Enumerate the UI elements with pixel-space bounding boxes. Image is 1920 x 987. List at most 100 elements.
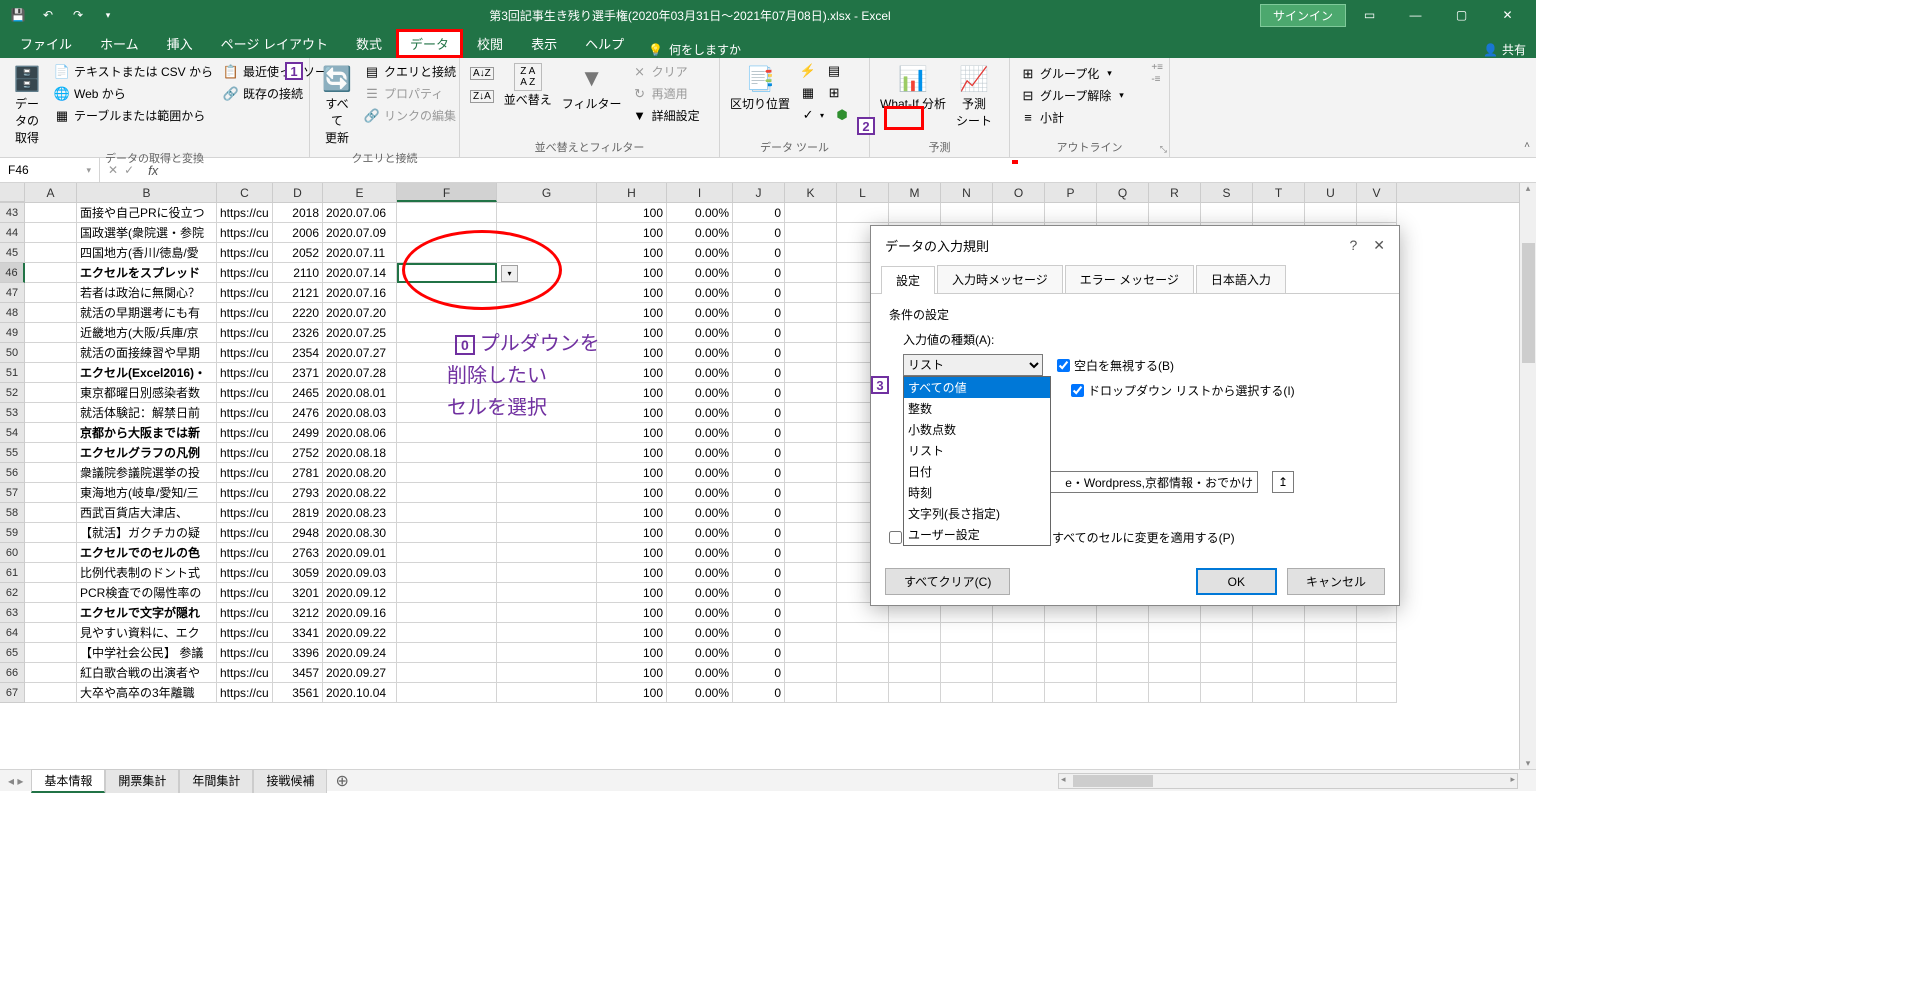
subtotal-button[interactable]: ≡小計 (1016, 107, 1163, 128)
col-header-I[interactable]: I (667, 183, 733, 202)
cell[interactable] (497, 603, 597, 623)
cell[interactable] (785, 563, 837, 583)
dropdown-item[interactable]: 時刻 (904, 482, 1050, 503)
cell[interactable] (785, 243, 837, 263)
cell[interactable]: 西武百貨店大津店、 (77, 503, 217, 523)
cell[interactable]: 100 (597, 523, 667, 543)
cell[interactable]: 0.00% (667, 663, 733, 683)
cell[interactable] (397, 503, 497, 523)
cell[interactable]: 京都から大阪までは新 (77, 423, 217, 443)
allow-select[interactable]: リスト (903, 354, 1043, 376)
group-button[interactable]: ⊞グループ化▾ (1016, 63, 1163, 84)
cell[interactable] (785, 603, 837, 623)
cell[interactable]: 100 (597, 503, 667, 523)
cell[interactable] (497, 203, 597, 223)
cell[interactable]: 2020.07.09 (323, 223, 397, 243)
cell[interactable] (497, 623, 597, 643)
cell[interactable]: 0.00% (667, 583, 733, 603)
cell[interactable]: 0 (733, 343, 785, 363)
cell[interactable] (785, 383, 837, 403)
cell[interactable] (497, 303, 597, 323)
cell[interactable]: 100 (597, 663, 667, 683)
cell[interactable]: 2052 (273, 243, 323, 263)
cell[interactable] (497, 583, 597, 603)
cell[interactable] (397, 683, 497, 703)
cell[interactable]: 見やすい資料に、エク (77, 623, 217, 643)
menu-tab-ホーム[interactable]: ホーム (86, 29, 153, 58)
col-header-K[interactable]: K (785, 183, 837, 202)
cell[interactable]: 2465 (273, 383, 323, 403)
cell[interactable] (1253, 603, 1305, 623)
dropdown-item[interactable]: 文字列(長さ指定) (904, 503, 1050, 524)
cell[interactable]: 0 (733, 283, 785, 303)
advanced-button[interactable]: ▼詳細設定 (628, 105, 704, 126)
cell[interactable] (497, 283, 597, 303)
cell[interactable] (1149, 683, 1201, 703)
cell[interactable] (1305, 663, 1357, 683)
minimize-icon[interactable]: — (1393, 0, 1438, 30)
cell[interactable]: 0.00% (667, 283, 733, 303)
cell[interactable]: 100 (597, 303, 667, 323)
maximize-icon[interactable]: ▢ (1439, 0, 1484, 30)
cell[interactable]: https://cu (217, 683, 273, 703)
cell[interactable]: https://cu (217, 583, 273, 603)
cell[interactable]: 2020.08.30 (323, 523, 397, 543)
cell[interactable]: エクセルでのセルの色 (77, 543, 217, 563)
cell[interactable]: 0.00% (667, 443, 733, 463)
cell[interactable]: 就活体験記：解禁日前 (77, 403, 217, 423)
cell[interactable]: 就活の早期選考にも有 (77, 303, 217, 323)
dropdown-item[interactable]: 小数点数 (904, 419, 1050, 440)
cell[interactable] (25, 663, 77, 683)
cell[interactable]: 0.00% (667, 223, 733, 243)
cell[interactable] (1045, 623, 1097, 643)
row-header-66[interactable]: 66 (0, 663, 25, 683)
cell[interactable]: https://cu (217, 443, 273, 463)
cell[interactable]: 0 (733, 303, 785, 323)
cell[interactable]: 0 (733, 403, 785, 423)
cell[interactable] (785, 643, 837, 663)
cell-dropdown-button[interactable]: ▾ (501, 265, 518, 282)
cell[interactable]: 0.00% (667, 323, 733, 343)
cell[interactable]: 2020.07.11 (323, 243, 397, 263)
cell[interactable] (1045, 603, 1097, 623)
cell[interactable]: 2020.07.14 (323, 263, 397, 283)
cell[interactable] (397, 663, 497, 683)
cell[interactable] (785, 663, 837, 683)
cell[interactable]: 0.00% (667, 343, 733, 363)
reapply-button[interactable]: ↻再適用 (628, 83, 704, 104)
cell[interactable]: エクセル(Excel2016)・ (77, 363, 217, 383)
cell[interactable] (1305, 683, 1357, 703)
cell[interactable] (25, 223, 77, 243)
cell[interactable] (397, 203, 497, 223)
cell[interactable]: 比例代表制のドント式 (77, 563, 217, 583)
row-header-63[interactable]: 63 (0, 603, 25, 623)
cell[interactable]: 就活の面接練習や早期 (77, 343, 217, 363)
cell[interactable]: 【就活】ガクチカの疑 (77, 523, 217, 543)
cell[interactable] (993, 203, 1045, 223)
row-header-57[interactable]: 57 (0, 483, 25, 503)
sheet-tab-年間集計[interactable]: 年間集計 (179, 769, 253, 793)
cell[interactable]: 2020.07.28 (323, 363, 397, 383)
cell[interactable] (1305, 603, 1357, 623)
dialog-launcher-icon[interactable]: ⤡ (1160, 144, 1167, 155)
cell[interactable] (25, 243, 77, 263)
cell[interactable]: https://cu (217, 303, 273, 323)
cell[interactable] (941, 603, 993, 623)
cell[interactable]: 0.00% (667, 643, 733, 663)
cell[interactable]: 100 (597, 383, 667, 403)
cell[interactable]: 100 (597, 283, 667, 303)
col-header-N[interactable]: N (941, 183, 993, 202)
cell[interactable] (1149, 623, 1201, 643)
cell[interactable]: 100 (597, 463, 667, 483)
scroll-left-icon[interactable]: ◂ (1061, 774, 1066, 785)
menu-tab-ファイル[interactable]: ファイル (6, 29, 86, 58)
cell[interactable] (1149, 663, 1201, 683)
cell[interactable] (785, 623, 837, 643)
col-header-P[interactable]: P (1045, 183, 1097, 202)
cell[interactable]: 100 (597, 423, 667, 443)
cell[interactable] (1253, 203, 1305, 223)
row-header-48[interactable]: 48 (0, 303, 25, 323)
cell[interactable]: 0.00% (667, 543, 733, 563)
scroll-right-icon[interactable]: ▸ (1510, 774, 1515, 785)
col-header-T[interactable]: T (1253, 183, 1305, 202)
